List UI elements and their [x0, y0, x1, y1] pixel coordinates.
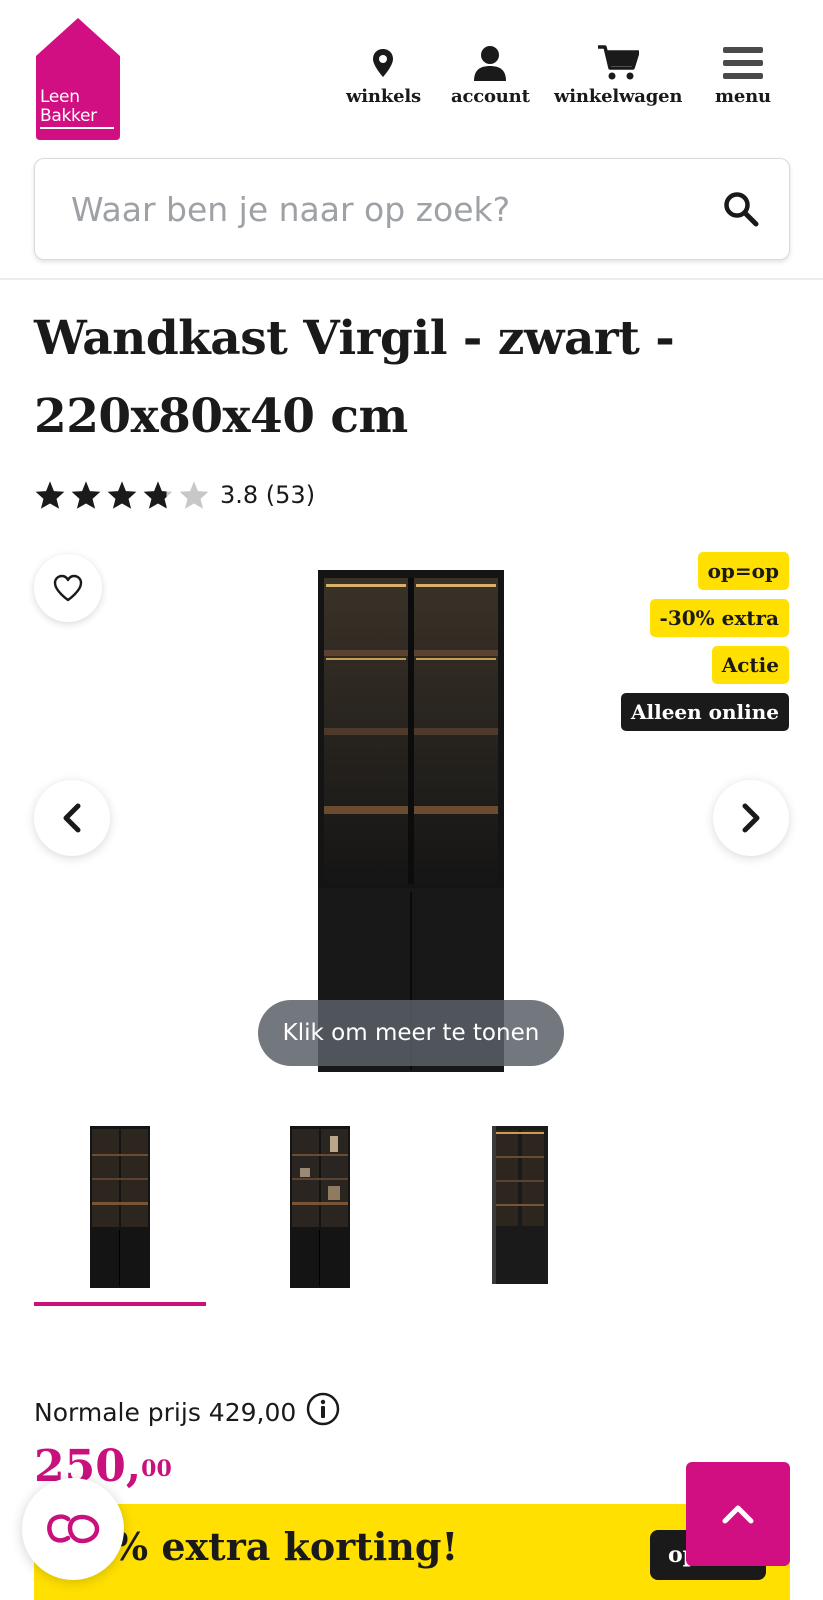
rating-text: 3.8 (53)	[220, 481, 316, 509]
logo-text-line1: Leen	[40, 87, 80, 107]
thumbnail-2[interactable]	[234, 1110, 406, 1306]
user-icon	[472, 42, 508, 84]
nav-cart-label: winkelwagen	[554, 86, 683, 107]
chat-button[interactable]	[22, 1478, 124, 1580]
chat-icon	[47, 1514, 100, 1544]
gallery-prev-button[interactable]	[34, 780, 110, 856]
favorite-button[interactable]	[34, 554, 102, 622]
logo-text: Leen Bakker	[40, 88, 114, 129]
thumbnail-3[interactable]	[434, 1110, 606, 1306]
nav-account[interactable]: account	[451, 42, 530, 107]
star-icon	[35, 481, 65, 509]
search-icon[interactable]	[723, 191, 759, 232]
thumbnail-1[interactable]	[34, 1110, 206, 1306]
cart-icon	[597, 42, 640, 84]
chevron-up-icon	[722, 1505, 754, 1524]
brand-logo[interactable]: Leen Bakker	[34, 16, 122, 142]
badge-actie: Actie	[711, 646, 789, 684]
product-rating[interactable]: 3.8 (53)	[34, 480, 315, 510]
badge-online-only: Alleen online	[620, 693, 789, 731]
promo-text: % extra korting!	[112, 1524, 459, 1569]
current-price-cents: 00	[141, 1456, 172, 1482]
chevron-right-icon	[742, 803, 760, 833]
normal-price: Normale prijs 429,00	[34, 1392, 340, 1432]
product-badges: op=op -30% extra Actie Alleen online	[620, 552, 789, 731]
nav-menu[interactable]: menu	[715, 42, 771, 107]
map-pin-icon	[372, 42, 394, 84]
thumbnail-strip	[34, 1110, 790, 1306]
nav-stores[interactable]: winkels	[346, 42, 421, 107]
star-partial-icon	[143, 481, 173, 509]
search-bar	[34, 158, 790, 260]
product-title: Wandkast Virgil - zwart - 220x80x40 cm	[34, 311, 675, 444]
nav-cart[interactable]: winkelwagen	[554, 42, 682, 107]
show-more-button[interactable]: Klik om meer te tonen	[258, 1000, 564, 1066]
nav-stores-label: winkels	[346, 86, 421, 107]
star-icon	[71, 481, 101, 509]
search-input[interactable]	[35, 159, 715, 259]
promo-banner: % extra korting! op	[34, 1504, 790, 1600]
chevron-left-icon	[63, 803, 81, 833]
gallery-next-button[interactable]	[713, 780, 789, 856]
nav-account-label: account	[451, 86, 530, 107]
product-main-image[interactable]	[318, 570, 504, 1072]
nav-menu-label: menu	[715, 86, 771, 107]
badge-extra-discount: -30% extra	[649, 599, 789, 637]
star-empty-icon	[179, 481, 209, 509]
logo-text-line2: Bakker	[40, 107, 114, 129]
rating-stars	[34, 480, 210, 510]
thumbnail-active-indicator	[34, 1302, 206, 1306]
info-icon[interactable]	[306, 1392, 340, 1432]
header-divider	[0, 278, 823, 280]
hamburger-icon	[722, 42, 763, 84]
badge-op-op: op=op	[697, 552, 789, 590]
star-icon	[107, 481, 137, 509]
heart-icon	[53, 574, 83, 602]
back-to-top-button[interactable]	[686, 1462, 790, 1566]
normal-price-label: Normale prijs 429,00	[34, 1397, 297, 1427]
